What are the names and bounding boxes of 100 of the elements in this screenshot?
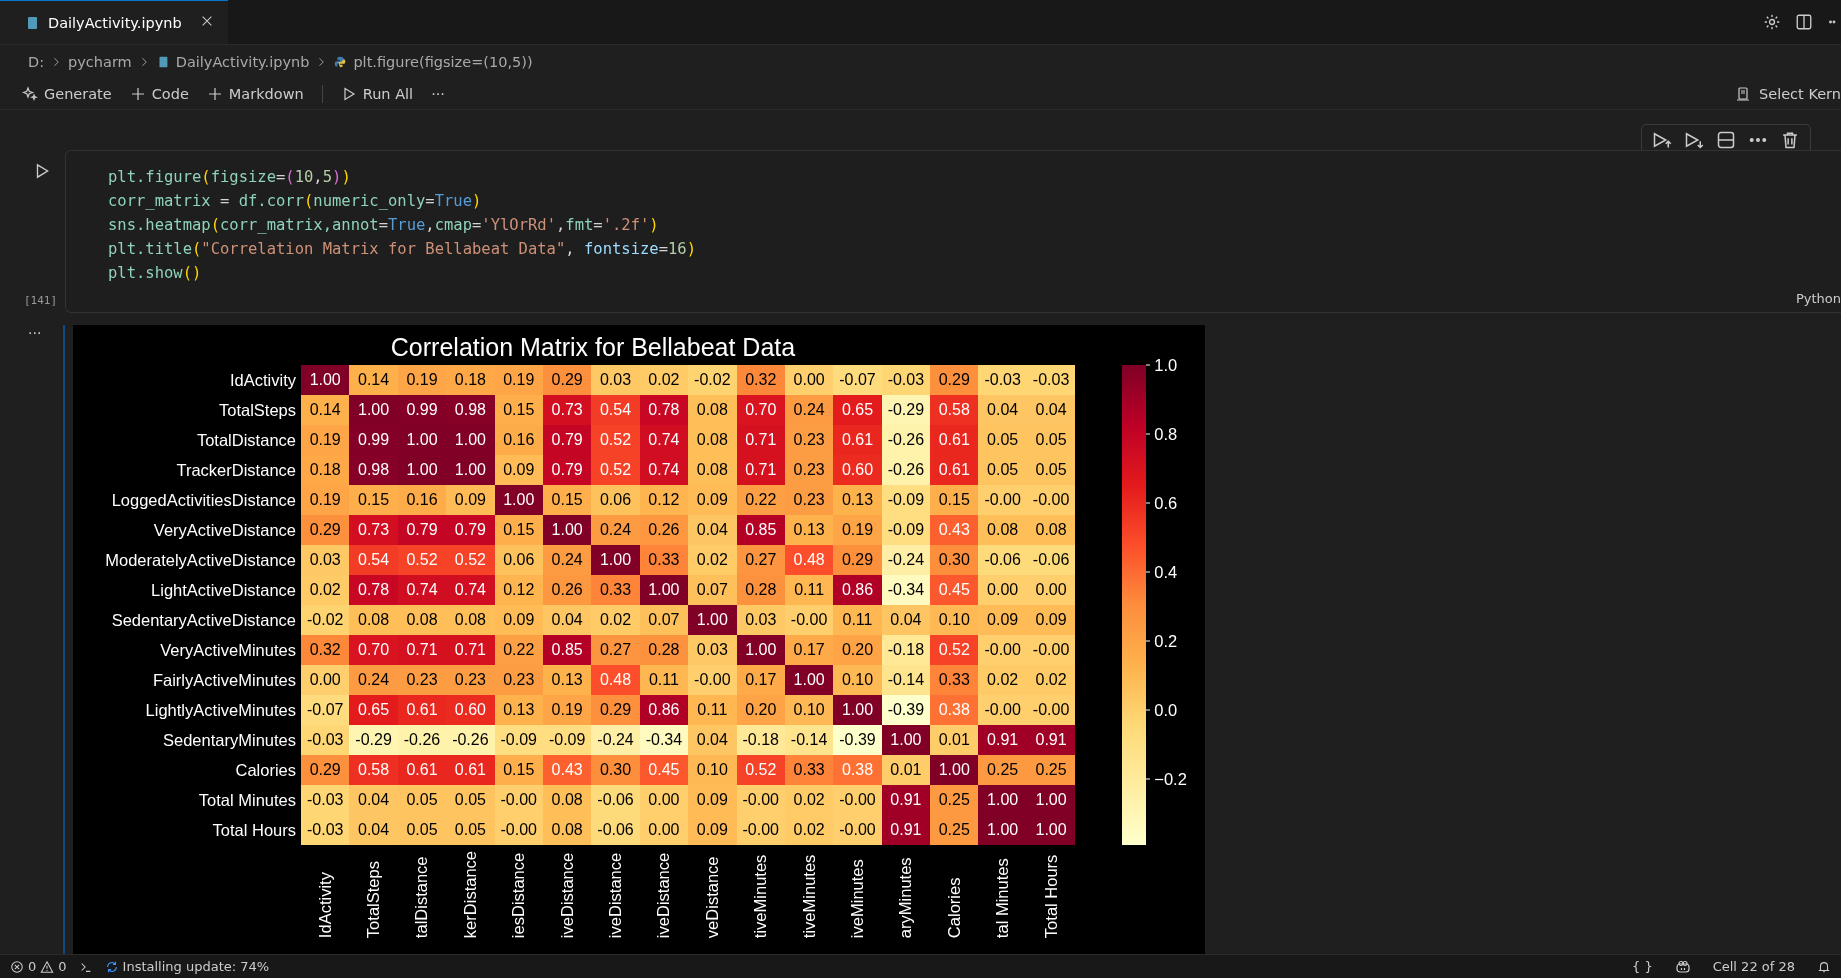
heatmap-cell: -0.07 — [833, 365, 882, 395]
heatmap-cell: 0.29 — [301, 515, 350, 545]
language-label[interactable]: Python — [1795, 291, 1841, 306]
heatmap-cell: 0.78 — [639, 395, 689, 425]
heatmap-cell: 0.06 — [494, 545, 543, 575]
heatmap-cell: 0.30 — [930, 545, 979, 575]
heatmap-cell: 1.00 — [833, 695, 882, 725]
row-label: TrackerDistance — [176, 460, 296, 481]
heatmap-cell: 0.05 — [397, 785, 447, 815]
heatmap-cell: -0.06 — [978, 545, 1027, 575]
heatmap-cell: 0.23 — [784, 485, 834, 515]
heatmap-cell: 0.61 — [397, 695, 447, 725]
heatmap-cell: -0.18 — [881, 635, 931, 665]
breadcrumb-item[interactable]: DailyActivity.ipynb — [175, 54, 310, 70]
heatmap-cell: 0.79 — [542, 455, 592, 485]
row-label: VeryActiveMinutes — [160, 640, 296, 661]
column-label: kerDistance — [460, 851, 480, 939]
warning-icon — [40, 959, 55, 974]
heatmap-cell: 1.00 — [1026, 785, 1076, 815]
colorbar-tick-label: 0.0 — [1146, 700, 1178, 720]
breadcrumb-item[interactable]: plt.figure(figsize=(10,5)) — [353, 54, 533, 70]
heatmap-cell: 0.19 — [301, 425, 350, 455]
sparkle-icon — [22, 86, 38, 102]
colorbar-tick-label: −0.2 — [1146, 769, 1187, 789]
heatmap-cell: 0.85 — [542, 635, 592, 665]
heatmap-cell: 0.05 — [446, 815, 495, 845]
heatmap-cell: 0.23 — [494, 665, 543, 695]
heatmap-cell: 0.02 — [784, 815, 834, 845]
heatmap-cell: 0.11 — [688, 695, 737, 725]
heatmap-cell: 1.00 — [978, 785, 1027, 815]
heatmap-cell: 0.23 — [784, 425, 834, 455]
split-editor-icon[interactable] — [1795, 13, 1813, 31]
heatmap-cell: 0.79 — [446, 515, 495, 545]
heatmap-cell: 0.09 — [688, 815, 737, 845]
row-label: SedentaryActiveDistance — [111, 610, 296, 631]
breadcrumb-item[interactable]: D: — [28, 54, 45, 70]
heatmap-cell: 0.60 — [446, 695, 495, 725]
heatmap-cell: -0.26 — [446, 725, 495, 755]
row-label: VeryActiveDistance — [153, 520, 296, 541]
language-status[interactable]: { } — [1632, 959, 1653, 974]
heatmap-cell: 0.61 — [446, 755, 495, 785]
toolbar-button[interactable]: ··· — [431, 86, 445, 102]
update-status[interactable]: Installing update: 74% — [104, 959, 270, 974]
cell-position[interactable]: Cell 22 of 28 — [1712, 959, 1795, 974]
heatmap-cell: 1.00 — [591, 545, 640, 575]
heatmap-cell: -0.00 — [784, 605, 834, 635]
heatmap-cell: 0.22 — [736, 485, 785, 515]
heatmap-cell: 0.02 — [784, 785, 834, 815]
problems-indicator[interactable]: 0 0 — [10, 959, 67, 974]
heatmap-cell: 1.00 — [736, 635, 785, 665]
toolbar-button[interactable]: Markdown — [206, 86, 304, 102]
heatmap-cell: 0.38 — [930, 695, 979, 725]
heatmap-cell: 0.10 — [833, 665, 882, 695]
heatmap-cell: 0.05 — [978, 425, 1027, 455]
bell-icon[interactable] — [1817, 959, 1831, 974]
row-label: SedentaryMinutes — [163, 730, 296, 751]
toolbar-button[interactable]: Generate — [22, 86, 112, 102]
select-kernel-button[interactable]: Select Kern — [1735, 86, 1841, 102]
toolbar-button[interactable]: Code — [129, 86, 189, 102]
copilot-icon[interactable] — [1674, 958, 1691, 975]
heatmap-cell: 0.25 — [930, 815, 979, 845]
heatmap-cell: -0.09 — [881, 485, 931, 515]
breadcrumb-item[interactable]: pycharm — [68, 54, 132, 70]
heatmap-cell: 0.14 — [301, 395, 350, 425]
row-label: TotalDistance — [196, 430, 296, 451]
heatmap-cell: -0.02 — [688, 365, 737, 395]
row-label: LightlyActiveMinutes — [145, 700, 296, 721]
heatmap-cell: -0.00 — [833, 815, 882, 845]
heatmap-cell: 0.01 — [881, 755, 931, 785]
heatmap-cell: 0.26 — [639, 515, 689, 545]
heatmap-cell: 0.74 — [639, 425, 689, 455]
output-menu-button[interactable]: ··· — [28, 325, 42, 341]
heatmap-cell: 0.14 — [349, 365, 398, 395]
heatmap-cell: 0.52 — [930, 635, 979, 665]
heatmap-cell: 0.04 — [688, 515, 737, 545]
heatmap-cell: 0.09 — [688, 485, 737, 515]
heatmap-cell: -0.34 — [639, 725, 689, 755]
heatmap-cell: 0.07 — [639, 605, 689, 635]
row-label: LoggedActivitiesDistance — [111, 490, 296, 511]
editor-tab[interactable]: DailyActivity.ipynb — [0, 0, 228, 44]
heatmap-cell: 0.60 — [833, 455, 882, 485]
heatmap-cell: 0.04 — [881, 605, 931, 635]
heatmap-cell: 0.78 — [349, 575, 398, 605]
heatmap-cell: -0.00 — [1026, 635, 1076, 665]
heatmap-cell: 0.17 — [736, 665, 785, 695]
heatmap-cell: -0.06 — [591, 785, 640, 815]
column-label: tiveMinutes — [751, 853, 771, 939]
toolbar-button[interactable]: Run All — [340, 86, 414, 102]
heatmap-cell: -0.26 — [881, 425, 931, 455]
heatmap-cell: 0.09 — [978, 605, 1027, 635]
row-label: Total Minutes — [198, 790, 296, 811]
heatmap-cell: 0.02 — [688, 545, 737, 575]
heatmap-cell: 0.91 — [978, 725, 1027, 755]
heatmap-cell: 0.19 — [542, 695, 592, 725]
heatmap-cell: 0.52 — [591, 455, 640, 485]
heatmap-cell: 0.52 — [446, 545, 495, 575]
heatmap-cell: 0.43 — [930, 515, 979, 545]
column-label: Total Hours — [1041, 853, 1061, 939]
heatmap-cell: 0.91 — [881, 785, 931, 815]
heatmap-cell: 0.11 — [639, 665, 689, 695]
